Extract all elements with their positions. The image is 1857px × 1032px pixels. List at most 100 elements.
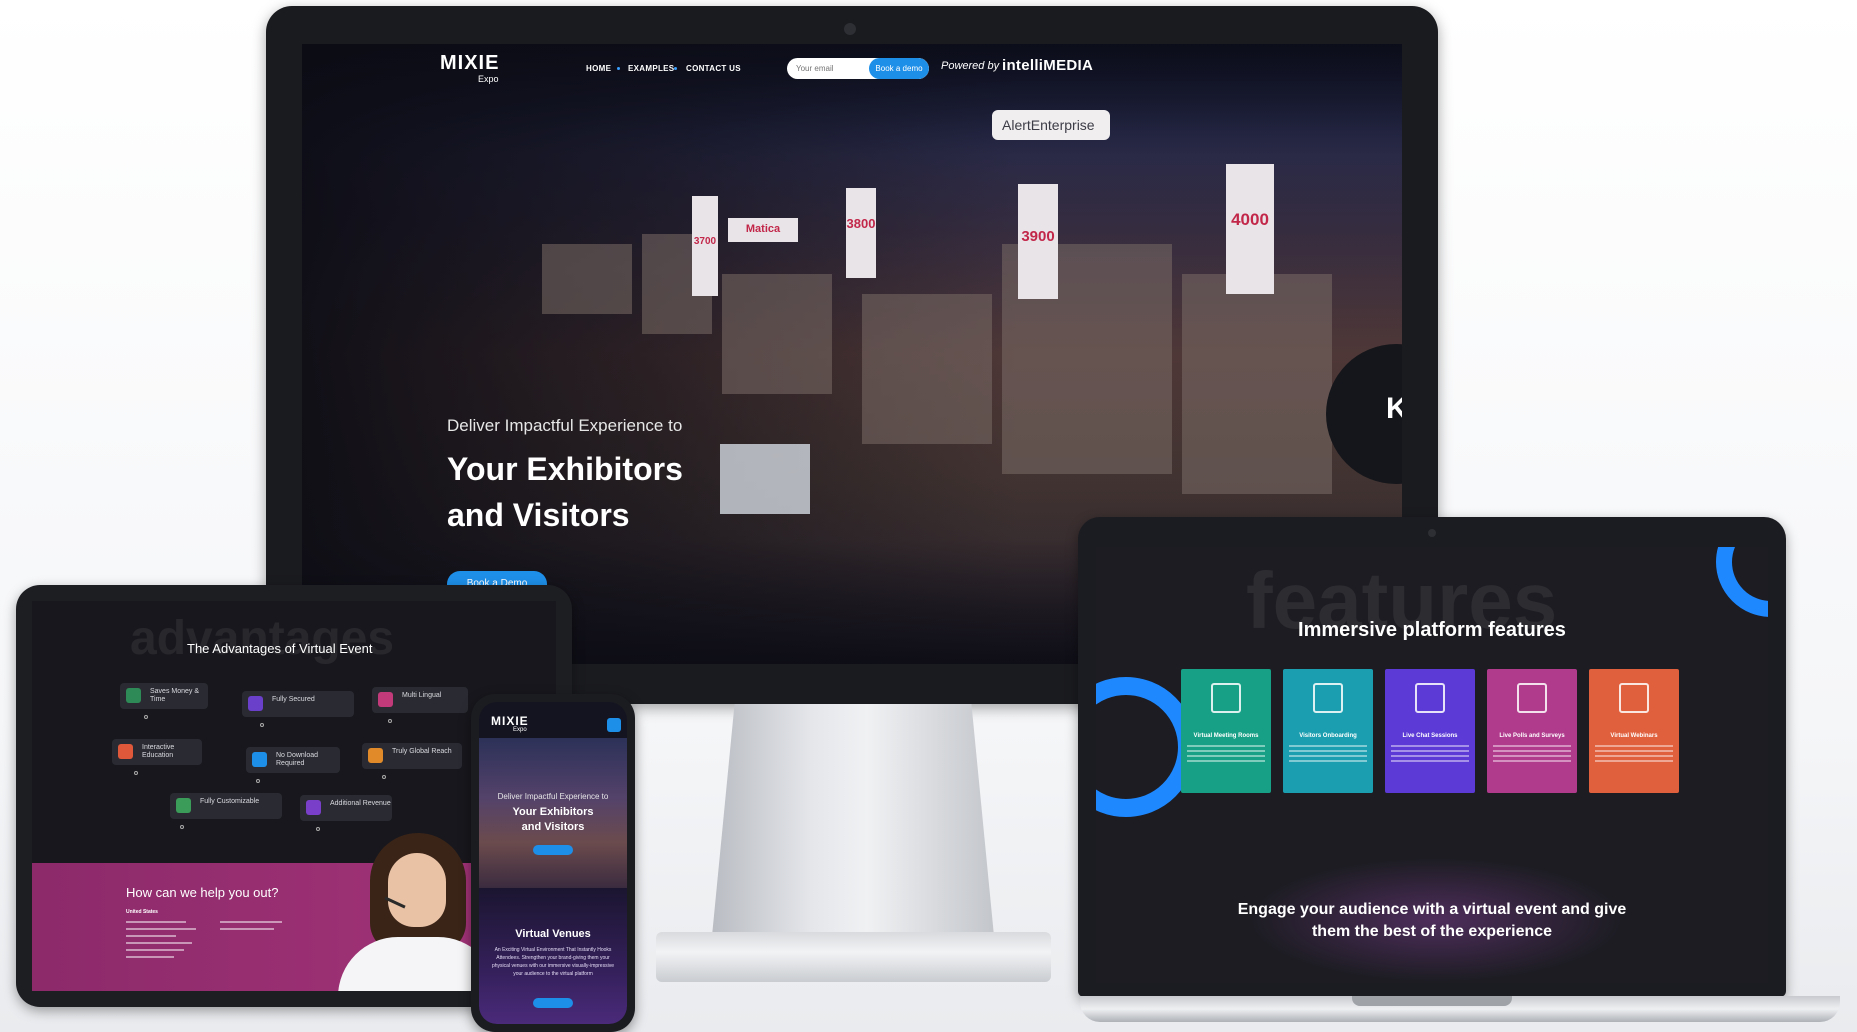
overhead-sign: Matica — [728, 218, 798, 242]
engage-line2: them the best of the experience — [1311, 923, 1553, 940]
laptop: features Immersive platform features Vir… — [1078, 517, 1786, 997]
overhead-sign: 4000 — [1226, 164, 1274, 294]
brand-logo[interactable]: MIXIE Expo — [440, 52, 500, 84]
meeting-icon — [1211, 683, 1241, 713]
phone-hero-subtitle: Deliver Impactful Experience to — [497, 792, 609, 801]
feature-description — [1289, 745, 1367, 771]
feature-description — [1595, 745, 1673, 771]
connector-dot — [180, 825, 184, 829]
venues-title: Virtual Venues — [515, 928, 591, 940]
onboarding-icon — [1313, 683, 1343, 713]
help-title: How can we help you out? — [126, 885, 279, 900]
camera-icon — [844, 23, 856, 35]
advantage-card[interactable]: Fully Secured — [242, 691, 354, 717]
advantage-card[interactable]: Additional Revenue — [300, 795, 392, 821]
advantage-label: Saves Money & Time — [150, 688, 200, 703]
site-navbar: MIXIE Expo HOME EXAMPLES CONTACT US Book… — [302, 44, 1402, 94]
nav-contact-us[interactable]: CONTACT US — [686, 64, 741, 73]
booth-screen — [720, 444, 810, 514]
poll-icon — [1517, 683, 1547, 713]
feature-card-meeting[interactable]: Virtual Meeting Rooms — [1181, 669, 1271, 793]
decorative-ring — [1716, 547, 1768, 617]
hero-subtitle: Deliver Impactful Experience to — [447, 416, 683, 435]
booth — [862, 294, 992, 444]
phone-hero-line1: Your Exhibitors — [512, 806, 594, 818]
nav-home[interactable]: HOME — [586, 64, 611, 73]
nav-separator — [674, 67, 677, 70]
brand-sub: Expo — [513, 727, 527, 733]
hero-title-line1: Your Exhibitors — [447, 451, 683, 487]
connector-dot — [260, 723, 264, 727]
money-icon — [126, 688, 141, 703]
education-icon — [118, 744, 133, 759]
brand-name: MIXIE — [491, 714, 529, 728]
connector-dot — [316, 827, 320, 831]
help-country: United States — [126, 909, 158, 915]
address-lines — [126, 921, 206, 963]
feature-card-chat[interactable]: Live Chat Sessions — [1385, 669, 1475, 793]
connector-dot — [382, 775, 386, 779]
camera-icon — [1428, 529, 1436, 537]
advantage-card[interactable]: No Download Required — [246, 747, 340, 773]
monitor-base — [656, 932, 1051, 982]
overhead-sign: 3700 — [692, 196, 718, 296]
engage-line1: Engage your audience with a virtual even… — [1237, 901, 1627, 918]
brand-name: MIXIE — [440, 52, 500, 74]
feature-label: Live Polls and Surveys — [1499, 733, 1565, 739]
overhead-sign: 3900 — [1018, 184, 1058, 299]
support-agent-face — [388, 853, 446, 927]
feature-label: Virtual Webinars — [1610, 733, 1658, 739]
phone: MIXIE Expo Deliver Impactful Experience … — [471, 694, 635, 1032]
menu-icon[interactable] — [607, 718, 621, 732]
partner-logo: intelliMEDIA — [1002, 57, 1094, 74]
advantage-card[interactable]: Interactive Education — [112, 739, 202, 765]
nav-separator — [617, 67, 620, 70]
connector-dot — [256, 779, 260, 783]
brand-sub: Expo — [478, 74, 499, 84]
email-input[interactable] — [787, 58, 869, 79]
feature-label: Live Chat Sessions — [1402, 733, 1458, 739]
hero-title-line2: and Visitors — [447, 497, 630, 533]
advantage-card[interactable]: Fully Customizable — [170, 793, 282, 819]
features-title: Immersive platform features — [1298, 619, 1566, 641]
advantage-label: No Download Required — [276, 752, 319, 767]
customize-icon — [176, 798, 191, 813]
feature-label: Visitors Onboarding — [1299, 733, 1357, 739]
download-icon — [252, 752, 267, 767]
advantage-label: Fully Customizable — [200, 798, 260, 805]
advantage-label: Interactive Education — [142, 744, 175, 759]
feature-card-onboarding[interactable]: Visitors Onboarding — [1283, 669, 1373, 793]
globe-icon — [368, 748, 383, 763]
nav-examples[interactable]: EXAMPLES — [628, 64, 674, 73]
booth — [542, 244, 632, 314]
monitor-stand — [712, 704, 994, 936]
overhead-sign: 3800 — [846, 188, 876, 278]
feature-card-polls[interactable]: Live Polls and Surveys — [1487, 669, 1577, 793]
advantage-label: Fully Secured — [272, 696, 315, 703]
revenue-icon — [306, 800, 321, 815]
address-lines — [220, 921, 290, 935]
webinar-icon — [1619, 683, 1649, 713]
advantage-card[interactable]: Truly Global Reach — [362, 743, 462, 769]
connector-dot — [134, 771, 138, 775]
feature-card-webinars[interactable]: Virtual Webinars — [1589, 669, 1679, 793]
advantages-heading: The Advantages of Virtual Event — [187, 641, 373, 656]
advantage-label: Multi Lingual — [402, 692, 442, 699]
feature-description — [1391, 745, 1469, 771]
venues-learn-more-button[interactable] — [533, 998, 573, 1008]
phone-screen: MIXIE Expo Deliver Impactful Experience … — [479, 702, 627, 1024]
connector-dot — [388, 719, 392, 723]
advantage-card[interactable]: Saves Money & Time — [120, 683, 208, 709]
language-icon — [378, 692, 393, 707]
advantage-label: Additional Revenue — [330, 800, 391, 807]
feature-description — [1187, 745, 1265, 771]
laptop-screen: features Immersive platform features Vir… — [1096, 547, 1768, 983]
phone-brand-logo[interactable]: MIXIE Expo — [491, 714, 529, 733]
advantage-card[interactable]: Multi Lingual — [372, 687, 468, 713]
chat-icon — [1415, 683, 1445, 713]
phone-demo-button[interactable] — [533, 845, 573, 855]
book-demo-nav-button[interactable]: Book a demo — [869, 58, 929, 79]
phone-hero-line2: and Visitors — [521, 821, 585, 833]
booth — [1182, 274, 1332, 494]
shield-icon — [248, 696, 263, 711]
